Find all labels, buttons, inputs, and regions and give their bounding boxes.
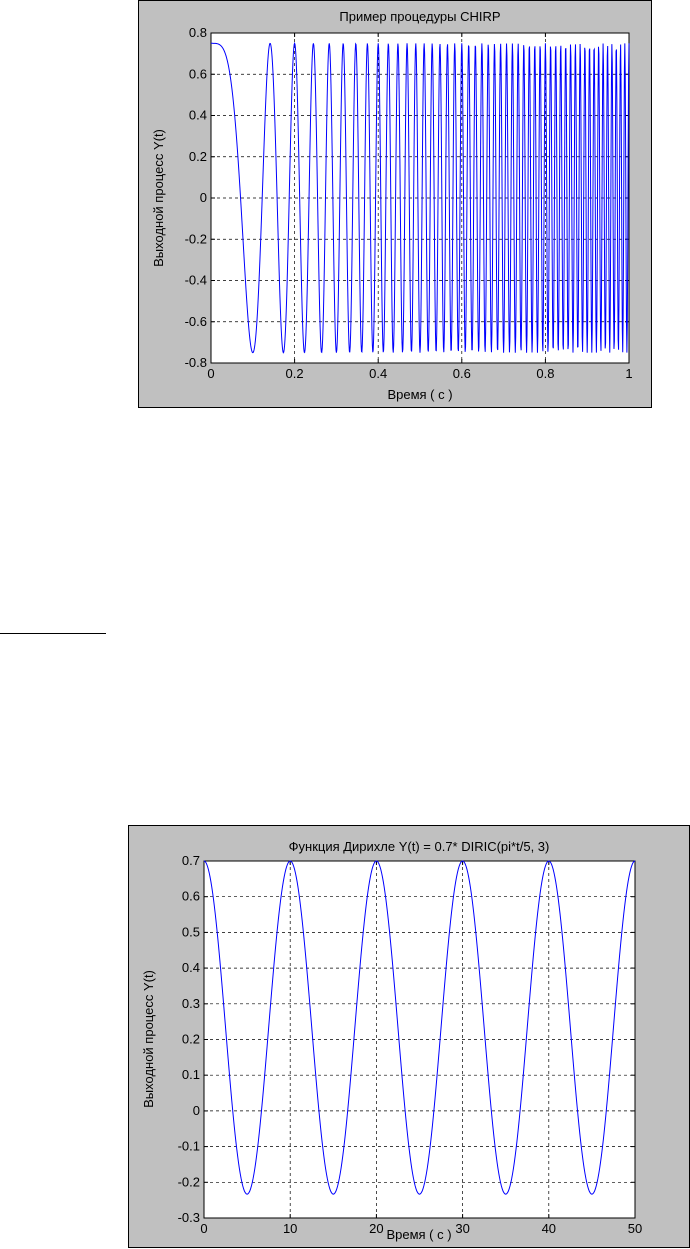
y-tick-label: 0.4 [189, 108, 207, 123]
y-tick-label: -0.2 [185, 231, 207, 246]
y-tick-label: -0.6 [185, 314, 207, 329]
y-tick-label: -0.2 [178, 1174, 200, 1189]
x-tick-label: 0.6 [453, 366, 471, 381]
y-tick-label: -0.8 [185, 355, 207, 370]
y-tick-label: 0 [193, 1103, 200, 1118]
y-tick-label: 0.2 [182, 1032, 200, 1047]
y-tick-label: 0.3 [182, 996, 200, 1011]
x-tick-label: 0.4 [369, 366, 387, 381]
x-tick-label: 10 [283, 1221, 297, 1236]
y-tick-label: -0.3 [178, 1210, 200, 1225]
x-tick-label: 0 [207, 366, 214, 381]
y-axis-label: Выходной процесс Y(t) [151, 129, 166, 267]
y-tick-label: 0.8 [189, 25, 207, 40]
chirp-chart: 0 0.2 0.4 0.6 0.8 1 -0.8 -0.6 -0.4 -0.2 0 0.2 0.4 0.6… [151, 9, 633, 402]
chart-title: Пример процедуры CHIRP [339, 9, 500, 24]
y-tick-label: 0.1 [182, 1067, 200, 1082]
dirichlet-chart: 0 10 20 30 40 50 -0.3 -0.2 -0.1 0 0.1 0.2 0.3 0.4 0.5 0… [141, 839, 642, 1242]
y-tick-label: 0.7 [182, 853, 200, 868]
y-tick-label: 0.6 [182, 889, 200, 904]
y-axis-label: Выходной процесс Y(t) [141, 970, 156, 1108]
y-tick-label: 0.5 [182, 924, 200, 939]
chart-title: Функция Дирихле Y(t) = 0.7* DIRIC(pi*t/5… [289, 839, 550, 854]
x-tick-label: 50 [628, 1221, 642, 1236]
x-axis-label: Время ( с ) [387, 387, 452, 402]
x-axis-label: Время ( с ) [386, 1227, 451, 1242]
x-tick-label: 30 [455, 1221, 469, 1236]
chirp-figure: 0 0.2 0.4 0.6 0.8 1 -0.8 -0.6 -0.4 -0.2 0 0.2 0.4 0.6… [138, 0, 652, 408]
x-tick-label: 40 [542, 1221, 556, 1236]
x-tick-label: 0.2 [286, 366, 304, 381]
x-tick-label: 0.8 [536, 366, 554, 381]
y-tick-label: 0.2 [189, 149, 207, 164]
x-tick-label: 20 [369, 1221, 383, 1236]
footnote-separator [0, 633, 106, 634]
y-tick-label: -0.1 [178, 1139, 200, 1154]
x-tick-label: 0 [200, 1221, 207, 1236]
dirichlet-figure: 0 10 20 30 40 50 -0.3 -0.2 -0.1 0 0.1 0.2 0.3 0.4 0.5 0… [128, 825, 690, 1248]
y-tick-label: -0.4 [185, 273, 207, 288]
y-tick-label: 0 [200, 190, 207, 205]
y-tick-label: 0.4 [182, 960, 200, 975]
y-tick-label: 0.6 [189, 66, 207, 81]
x-tick-label: 1 [625, 366, 632, 381]
